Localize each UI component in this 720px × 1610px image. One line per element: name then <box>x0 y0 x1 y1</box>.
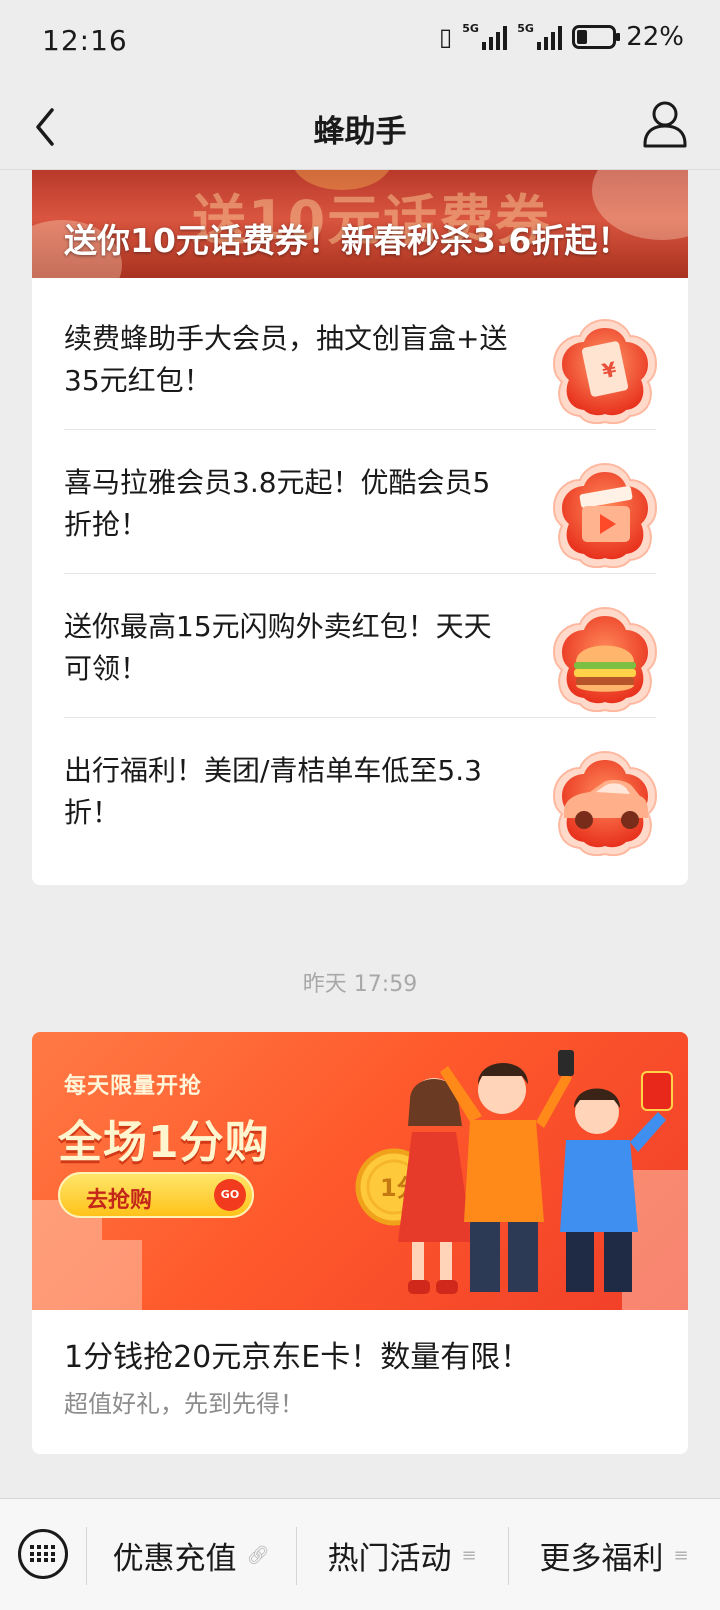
list-item-text: 送你最高15元闪购外卖红包！天天可领！ <box>64 610 492 685</box>
list-item-text: 出行福利！美团/青桔单车低至5.3折！ <box>64 754 482 829</box>
menu-item-hot-activities[interactable]: 热门活动 ≡ <box>296 1499 508 1610</box>
signal-icon: 5G <box>462 22 508 50</box>
menu-item-more-benefits[interactable]: 更多福利 ≡ <box>508 1499 720 1610</box>
article-card-1: 送10元话费券 送你10元话费券！新春秒杀3.6折起！ 续费蜂助手大会员，抽文创… <box>32 170 688 885</box>
banner-small-text: 每天限量开抢 <box>64 1074 203 1099</box>
user-icon <box>643 101 687 148</box>
list-item-text: 喜马拉雅会员3.8元起！优酷会员5折抢！ <box>64 466 491 541</box>
vibrate-icon: ▯ <box>438 23 453 51</box>
video-clapper-icon <box>552 462 658 569</box>
profile-button[interactable] <box>640 98 690 152</box>
list-item[interactable]: 送你最高15元闪购外卖红包！天天可领！ <box>64 574 658 718</box>
battery-icon <box>572 25 621 49</box>
status-icons: ▯ 5G 5G 22% <box>439 22 684 52</box>
grab-button-label: 去抢购 <box>86 1188 153 1213</box>
signal-icon-2: 5G <box>517 22 563 50</box>
grab-button[interactable]: 去抢购 GO <box>58 1172 254 1218</box>
status-bar: 12:16 ▯ 5G 5G 22% <box>0 0 720 84</box>
menu-icon: ≡ <box>461 1544 477 1566</box>
list-item-text: 续费蜂助手大会员，抽文创盲盒+送35元红包！ <box>64 322 508 397</box>
status-time: 12:16 <box>42 24 128 57</box>
page-title: 蜂助手 <box>313 114 407 150</box>
article-subtitle: 超值好礼，先到先得！ <box>64 1390 304 1418</box>
nav-bar: 蜂助手 <box>0 84 720 170</box>
menu-icon: ≡ <box>673 1544 689 1566</box>
list-item[interactable]: 续费蜂助手大会员，抽文创盲盒+送35元红包！ ¥ <box>64 286 658 430</box>
article-card-2[interactable]: 每天限量开抢 全场1分购 去抢购 GO 1分 1分钱抢20元京东E卡！数量有限！… <box>32 1032 688 1454</box>
receipt-icon: ¥ <box>552 318 658 425</box>
list-item[interactable]: 出行福利！美团/青桔单车低至5.3折！ <box>64 718 658 862</box>
menu-item-label: 更多福利 <box>539 1540 664 1577</box>
menu-item-label: 热门活动 <box>327 1540 452 1577</box>
keyboard-icon <box>30 1545 56 1563</box>
banner-1[interactable]: 送10元话费券 送你10元话费券！新春秒杀3.6折起！ <box>32 170 688 278</box>
banner-headline: 送你10元话费券！新春秒杀3.6折起！ <box>64 221 631 260</box>
article-title: 1分钱抢20元京东E卡！数量有限！ <box>64 1340 531 1375</box>
list-item[interactable]: 喜马拉雅会员3.8元起！优酷会员5折抢！ <box>64 430 658 574</box>
message-timestamp: 昨天 17:59 <box>302 972 418 997</box>
menu-item-label: 优惠充值 <box>112 1540 237 1577</box>
go-badge: GO <box>214 1179 246 1211</box>
keyboard-toggle-button[interactable] <box>18 1529 68 1579</box>
people-illustration: 1分 <box>355 1050 673 1294</box>
battery-percent: 22% <box>626 22 684 52</box>
menu-item-recharge[interactable]: 优惠充值 🔗︎ <box>86 1499 296 1610</box>
link-icon: 🔗︎ <box>246 1544 270 1566</box>
banner-2[interactable]: 每天限量开抢 全场1分购 去抢购 GO 1分 <box>32 1032 688 1310</box>
car-icon <box>552 750 658 857</box>
burger-icon <box>552 606 658 713</box>
bottom-menu: 优惠充值 🔗︎ 热门活动 ≡ 更多福利 ≡ <box>0 1498 720 1610</box>
banner-big-text: 全场1分购 <box>58 1117 270 1168</box>
